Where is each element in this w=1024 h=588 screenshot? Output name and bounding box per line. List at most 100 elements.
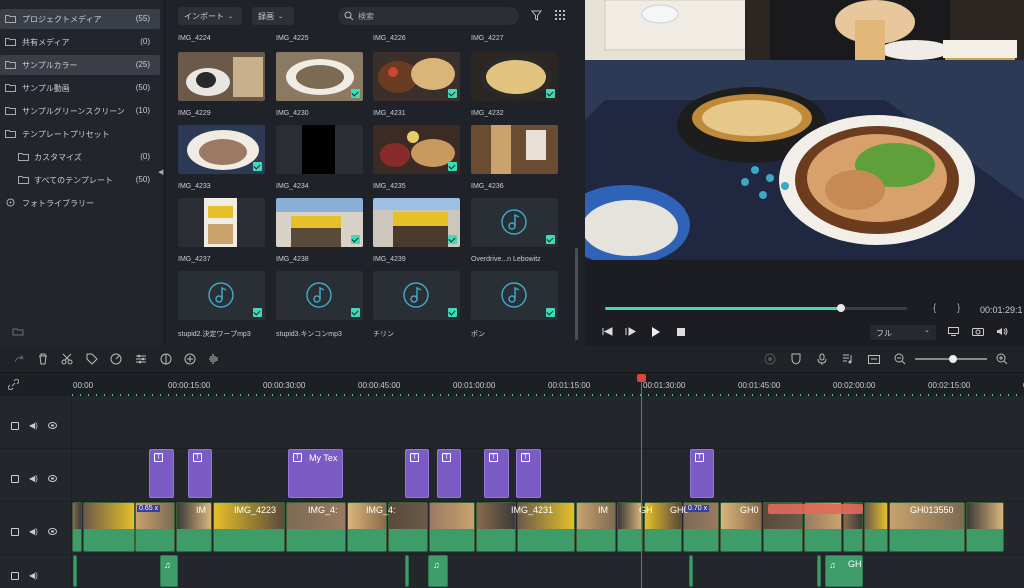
video-clip[interactable] <box>476 502 516 552</box>
title-clip[interactable]: T <box>484 449 509 498</box>
track-empty[interactable] <box>72 396 1024 448</box>
transition-marker[interactable] <box>768 504 863 514</box>
title-clip[interactable]: T <box>437 449 461 498</box>
color-match-icon[interactable] <box>160 353 172 365</box>
library-item[interactable]: 共有メディア (0) <box>0 32 160 52</box>
speaker-icon[interactable]: ◀) <box>29 571 38 580</box>
library-item[interactable]: サンプルグリーンスクリーン (10) <box>0 101 160 121</box>
title-clip[interactable]: T <box>149 449 174 498</box>
speaker-icon[interactable]: ◀) <box>29 527 38 536</box>
title-clip[interactable]: T <box>516 449 541 498</box>
mark-in-button[interactable]: { <box>933 303 936 314</box>
video-clip[interactable] <box>429 502 475 552</box>
media-thumbnail[interactable] <box>471 198 558 247</box>
track-titles[interactable] <box>72 449 1024 501</box>
media-thumbnail[interactable] <box>178 52 265 101</box>
media-thumbnail[interactable] <box>373 52 460 101</box>
zoom-out-icon[interactable] <box>894 353 906 365</box>
timeline-ruler[interactable]: 00:00 00:00:15:00 00:00:30:00 00:00:45:00 00… <box>0 374 1024 396</box>
playback-scrubber[interactable] <box>605 304 907 312</box>
video-clip[interactable] <box>83 502 135 552</box>
lock-icon[interactable] <box>11 475 19 483</box>
media-thumbnail[interactable] <box>276 198 363 247</box>
crop-zoom-icon[interactable] <box>184 353 196 365</box>
render-icon[interactable] <box>764 353 776 365</box>
library-item[interactable]: プロジェクトメディア (55) <box>0 9 160 29</box>
media-thumbnail[interactable] <box>373 198 460 247</box>
video-clip[interactable] <box>176 502 212 552</box>
media-thumbnail[interactable] <box>178 271 265 320</box>
volume-icon[interactable] <box>996 327 1008 336</box>
shield-icon[interactable] <box>790 353 802 365</box>
record-dropdown[interactable]: 録画 ⌄ <box>252 7 294 25</box>
playhead-handle[interactable] <box>637 374 646 382</box>
adjust-icon[interactable] <box>135 353 147 365</box>
track-audio[interactable] <box>72 555 1024 588</box>
lock-icon[interactable] <box>11 422 19 430</box>
monitor-icon[interactable] <box>948 327 959 336</box>
video-clip[interactable] <box>72 502 82 552</box>
playback-knob[interactable] <box>836 304 845 312</box>
mark-out-button[interactable]: } <box>957 303 960 314</box>
media-thumbnail[interactable] <box>373 271 460 320</box>
delete-icon[interactable] <box>37 353 49 365</box>
title-clip[interactable]: T <box>690 449 714 498</box>
video-clip[interactable] <box>864 502 888 552</box>
zoom-slider-knob[interactable] <box>949 355 957 363</box>
media-thumbnail[interactable] <box>471 125 558 174</box>
play-icon[interactable] <box>651 327 660 337</box>
audio-clip[interactable] <box>405 555 409 587</box>
media-thumbnail[interactable] <box>471 271 558 320</box>
playhead-line[interactable] <box>641 374 642 588</box>
media-thumbnail[interactable] <box>276 125 363 174</box>
audio-clip[interactable] <box>689 555 693 587</box>
media-thumbnail[interactable] <box>471 52 558 101</box>
media-thumbnail[interactable] <box>178 125 265 174</box>
redo-icon[interactable] <box>13 353 25 365</box>
library-item[interactable]: サンプル動画 (50) <box>0 78 160 98</box>
stop-icon[interactable] <box>677 328 685 336</box>
media-thumbnail[interactable] <box>276 271 363 320</box>
audio-wave-icon[interactable] <box>208 353 220 365</box>
search-input[interactable]: 検索 <box>338 7 519 25</box>
new-folder-icon[interactable] <box>12 327 24 336</box>
link-icon[interactable] <box>8 379 19 390</box>
library-item[interactable]: すべてのテンプレート (50) <box>0 170 160 190</box>
grid-view-icon[interactable] <box>555 10 566 21</box>
video-clip[interactable] <box>576 502 616 552</box>
eye-icon[interactable] <box>48 422 57 429</box>
subtitle-icon[interactable] <box>868 353 880 365</box>
speaker-icon[interactable]: ◀) <box>29 474 38 483</box>
lock-icon[interactable] <box>11 572 19 580</box>
speed-icon[interactable] <box>110 353 122 365</box>
media-thumbnail[interactable] <box>373 125 460 174</box>
music-list-icon[interactable] <box>842 353 854 365</box>
eye-icon[interactable] <box>48 475 57 482</box>
collapse-panel-icon[interactable]: ◀ <box>158 168 164 176</box>
audio-clip[interactable] <box>73 555 77 587</box>
import-dropdown[interactable]: インポート ⌄ <box>178 7 242 25</box>
title-clip[interactable]: T <box>188 449 212 498</box>
audio-clip[interactable] <box>817 555 821 587</box>
filter-icon[interactable] <box>531 10 542 21</box>
title-clip[interactable]: T <box>405 449 429 498</box>
title-clip[interactable]: T My Tex <box>288 449 343 498</box>
library-item[interactable]: テンプレートプリセット <box>0 124 160 144</box>
zoom-in-icon[interactable] <box>996 353 1008 365</box>
quality-select[interactable]: フル ⌄ <box>870 325 936 340</box>
video-clip[interactable] <box>966 502 1004 552</box>
eye-icon[interactable] <box>48 528 57 535</box>
media-thumbnail[interactable] <box>276 52 363 101</box>
library-item[interactable]: カスタマイズ (0) <box>0 147 160 167</box>
library-item[interactable]: サンプルカラー (25) <box>0 55 160 75</box>
cut-icon[interactable] <box>61 353 73 365</box>
tag-icon[interactable] <box>86 353 98 365</box>
lock-icon[interactable] <box>11 528 19 536</box>
scrollbar[interactable] <box>575 248 578 340</box>
play-frame-icon[interactable] <box>625 327 636 336</box>
library-item[interactable]: フォトライブラリー <box>0 193 160 213</box>
previous-frame-icon[interactable] <box>602 327 613 336</box>
speaker-icon[interactable]: ◀) <box>29 421 38 430</box>
microphone-icon[interactable] <box>816 353 828 365</box>
media-thumbnail[interactable] <box>178 198 265 247</box>
